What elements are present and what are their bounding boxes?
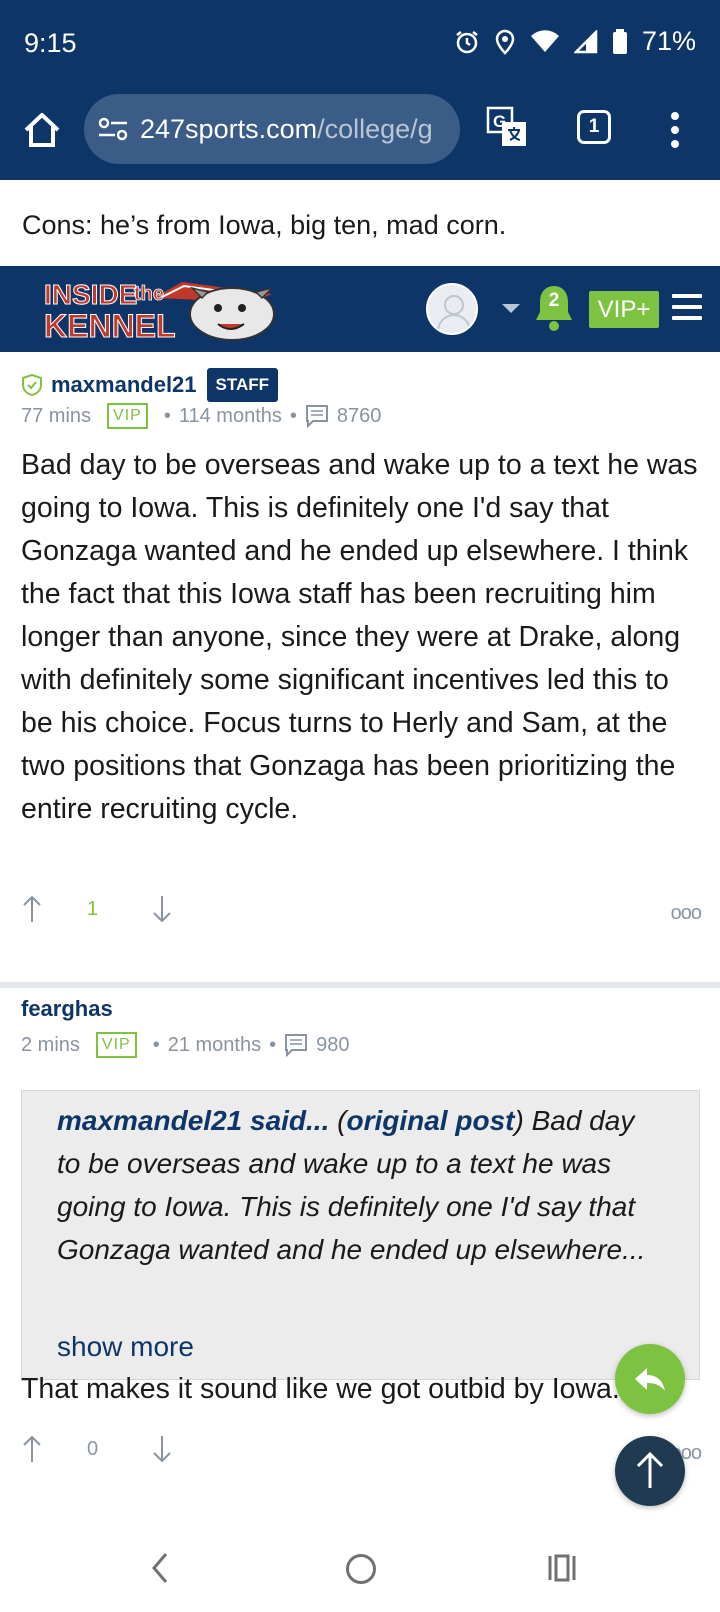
vote-controls: 1 ooo [21, 894, 702, 934]
post-count: 980 [316, 1033, 350, 1056]
logo-text-inside: INSIDE [44, 279, 137, 310]
site-settings-icon[interactable] [96, 115, 130, 143]
vote-score: 1 [87, 898, 99, 920]
post-author[interactable]: fearghas [21, 996, 113, 1022]
location-icon [495, 29, 515, 55]
battery-percent: 71% [641, 26, 696, 56]
upvote-arrow-icon[interactable] [21, 894, 43, 924]
home-icon[interactable] [22, 110, 62, 150]
post-body: Bad day to be overseas and wake up to a … [21, 449, 698, 825]
separator-dot: • [152, 1033, 160, 1056]
battery-icon [612, 28, 627, 54]
quote-open-paren: ( [329, 1105, 347, 1136]
vip-plus-button[interactable]: VIP+ [589, 291, 659, 328]
forum-post: maxmandel21 STAFF 77 mins VIP • 114 mont… [0, 352, 720, 984]
tab-switcher-button[interactable]: 1 [577, 110, 611, 144]
forum-post: fearghas 2 mins VIP • 21 months • 980 ma… [0, 988, 720, 1508]
post-count: 8760 [336, 404, 382, 427]
back-icon[interactable] [148, 1548, 172, 1588]
show-more-link[interactable]: show more [57, 1331, 194, 1363]
system-nav-bar [0, 1528, 720, 1612]
quote-text-block: maxmandel21 said... (original post) Bad … [57, 1099, 657, 1271]
translate-icon[interactable]: G [486, 106, 528, 148]
comment-icon [305, 405, 328, 428]
status-time: 9:15 [24, 28, 77, 58]
recent-apps-icon[interactable] [547, 1552, 577, 1584]
membership-length: 21 months [167, 1033, 262, 1056]
membership-length: 114 months [178, 404, 282, 427]
post-time: 77 mins [21, 404, 92, 427]
post-meta: 77 mins VIP • 114 months • 8760 [21, 403, 381, 429]
logo-text-kennel: KENNEL [44, 308, 176, 344]
scroll-to-top-button[interactable] [615, 1436, 685, 1506]
reply-icon [635, 1368, 665, 1391]
notifications-button[interactable]: 2 [535, 284, 573, 332]
status-icons: 71% [454, 26, 696, 57]
more-vert-icon[interactable] [668, 110, 682, 150]
wifi-icon [530, 29, 559, 52]
shield-check-icon [22, 374, 42, 396]
url-host: 247sports.com [140, 113, 318, 144]
reply-button[interactable] [615, 1344, 685, 1414]
vip-badge: VIP [107, 403, 148, 429]
inside-the-kennel-logo[interactable]: INSIDE the KENNEL [42, 274, 294, 344]
quote-author[interactable]: maxmandel21 said... [57, 1105, 329, 1136]
url-bar[interactable]: 247sports.com/college/g [84, 94, 460, 164]
post-body: That makes it sound like we got outbid b… [21, 1373, 620, 1405]
quoted-post: maxmandel21 said... (original post) Bad … [21, 1090, 700, 1380]
signal-icon [573, 29, 598, 53]
home-circle-icon[interactable] [346, 1554, 376, 1584]
post-author-row: fearghas [21, 996, 113, 1022]
comment-icon [285, 1034, 308, 1057]
staff-badge: STAFF [206, 368, 279, 402]
post-author[interactable]: maxmandel21 [51, 372, 197, 398]
alarm-icon [456, 30, 478, 53]
separator-dot: • [289, 404, 297, 427]
post-meta: 2 mins VIP • 21 months • 980 [21, 1032, 350, 1058]
browser-toolbar: 247sports.com/college/g G 1 [0, 88, 720, 180]
more-options-button[interactable]: ooo [671, 902, 702, 925]
vote-controls: 0 ooo [21, 1434, 702, 1474]
post-time: 2 mins [21, 1033, 80, 1056]
original-post-link[interactable]: original post [346, 1105, 514, 1136]
notification-count: 2 [548, 290, 560, 311]
chevron-down-icon[interactable] [502, 304, 520, 313]
separator-dot: • [269, 1033, 277, 1056]
vip-badge: VIP [95, 1032, 137, 1058]
status-bar: 9:15 71% [0, 0, 720, 88]
user-avatar[interactable] [426, 283, 478, 335]
arrow-up-icon [636, 1451, 664, 1488]
quote-close-paren: ) [514, 1105, 524, 1136]
site-header: INSIDE the KENNEL 2 VIP+ [0, 266, 720, 352]
upvote-arrow-icon[interactable] [21, 1434, 43, 1464]
downvote-arrow-icon[interactable] [151, 1434, 173, 1464]
url-path: /college/g [317, 113, 433, 144]
separator-dot: • [163, 404, 171, 427]
post-author-row: maxmandel21 STAFF [21, 368, 279, 402]
logo-text-the: the [134, 283, 164, 305]
previous-post-tail: Cons: he’s from Iowa, big ten, mad corn. [0, 180, 720, 266]
downvote-arrow-icon[interactable] [151, 894, 173, 924]
hamburger-menu-icon[interactable] [672, 294, 702, 322]
vote-score: 0 [87, 1438, 99, 1460]
